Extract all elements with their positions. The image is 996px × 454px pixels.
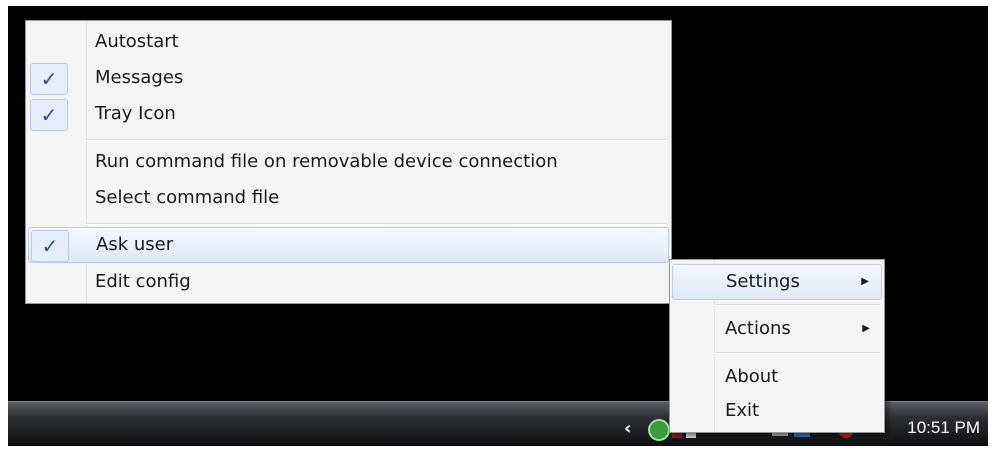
menu-item-label: Select command file [95, 187, 280, 208]
menu-item-label: Autostart [95, 31, 179, 52]
menu-item-autostart[interactable]: Autostart [28, 25, 669, 59]
menu-item-label: Messages [95, 67, 184, 88]
menu-separator [714, 352, 880, 354]
menu-separator [86, 139, 667, 141]
menu-item-label: Tray Icon [95, 103, 176, 124]
menu-item-label: About [725, 366, 779, 387]
menu-item-exit[interactable]: Exit [672, 394, 882, 428]
menu-item-label: Ask user [96, 234, 174, 255]
menu-item-actions[interactable]: Actions ▶ [672, 312, 882, 346]
app-tray-icon[interactable] [648, 419, 670, 441]
taskbar-clock[interactable]: 10:51 PM [907, 418, 980, 438]
menu-item-run-command-file[interactable]: Run command file on removable device con… [28, 145, 669, 179]
menu-separator [714, 304, 880, 306]
menu-item-settings[interactable]: Settings ▶ [672, 264, 882, 300]
desktop-background: Autostart ✓ Messages ✓ Tray Icon Run com… [8, 6, 988, 446]
menu-item-ask-user[interactable]: ✓ Ask user [28, 227, 669, 263]
menu-item-edit-config[interactable]: Edit config [28, 265, 669, 299]
settings-submenu: Autostart ✓ Messages ✓ Tray Icon Run com… [25, 20, 672, 304]
check-icon: ✓ [30, 63, 68, 95]
menu-item-label: Run command file on removable device con… [95, 151, 558, 172]
check-icon: ✓ [31, 230, 69, 262]
menu-item-label: Edit config [95, 271, 191, 292]
menu-item-messages[interactable]: ✓ Messages [28, 61, 669, 95]
tray-context-menu: Settings ▶ Actions ▶ About Exit [669, 259, 885, 433]
submenu-arrow-icon: ▶ [861, 276, 869, 287]
show-hidden-icons-chevron-icon[interactable]: ‹ [624, 418, 631, 439]
submenu-arrow-icon: ▶ [862, 323, 870, 334]
menu-item-select-command-file[interactable]: Select command file [28, 181, 669, 215]
menu-separator [86, 223, 667, 225]
menu-item-tray-icon[interactable]: ✓ Tray Icon [28, 97, 669, 131]
menu-item-label: Actions [725, 318, 791, 339]
menu-item-label: Settings [726, 271, 800, 292]
check-icon: ✓ [30, 99, 68, 131]
menu-item-label: Exit [725, 400, 760, 421]
menu-item-about[interactable]: About [672, 360, 882, 394]
